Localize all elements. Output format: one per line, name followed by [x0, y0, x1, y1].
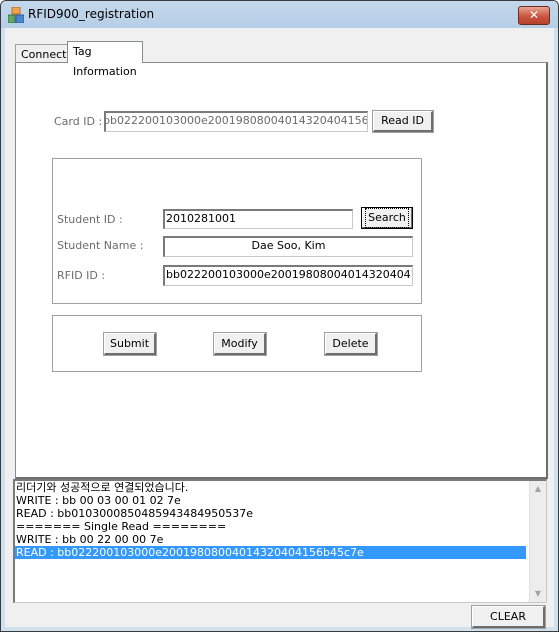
close-button[interactable]: ✕ [518, 6, 550, 25]
rfid-id-field[interactable]: bb022200103000e20019808004014320404156b4… [163, 265, 413, 286]
title-bar[interactable]: RFID900_registration ✕ [1, 1, 558, 28]
search-button-label: Search [365, 208, 409, 228]
window-title: RFID900_registration [28, 7, 155, 21]
scroll-down-icon[interactable]: ▼ [530, 586, 546, 602]
tag-information-panel: Card ID : bb022200103000e200198080040143… [15, 62, 548, 479]
log-line[interactable]: WRITE : bb 00 22 00 00 7e [15, 533, 546, 546]
scroll-up-icon[interactable]: ▲ [530, 481, 546, 497]
search-button[interactable]: Search [361, 207, 413, 229]
student-name-label: Student Name : [57, 239, 144, 252]
student-id-label: Student ID : [57, 213, 123, 226]
log-line[interactable]: READ : bb022200103000e200198080040143204… [15, 546, 526, 559]
log-line[interactable]: ======= Single Read ======== [15, 520, 546, 533]
rfid-id-label: RFID ID : [57, 269, 106, 282]
tab-tag-information[interactable]: Tag Information [67, 41, 143, 78]
submit-button[interactable]: Submit [103, 332, 157, 356]
delete-button[interactable]: Delete [324, 332, 378, 356]
student-name-field[interactable]: Dae Soo, Kim [163, 236, 413, 257]
actions-group: Submit Modify Delete [52, 315, 422, 372]
log-line[interactable]: WRITE : bb 00 03 00 01 02 7e [15, 494, 546, 507]
read-id-button[interactable]: Read ID [372, 110, 434, 133]
student-id-field[interactable]: 2010281001 [163, 209, 353, 229]
modify-button[interactable]: Modify [213, 332, 267, 356]
student-info-group: Student ID : 2010281001 Search Student N… [52, 158, 422, 304]
log-lines: 리더기와 성공적으로 연결되었습니다. WRITE : bb 00 03 00 0… [15, 481, 546, 559]
card-id-label: Card ID : [54, 115, 103, 128]
client-area: Connect Tag Information Card ID : bb0222… [5, 28, 554, 629]
tab-connect[interactable]: Connect [15, 44, 73, 63]
log-line[interactable]: 리더기와 성공적으로 연결되었습니다. [15, 481, 546, 494]
card-id-field[interactable]: bb022200103000e20019808004014320404156b4… [104, 111, 368, 132]
log-listbox[interactable]: 리더기와 성공적으로 연결되었습니다. WRITE : bb 00 03 00 0… [13, 479, 547, 603]
log-scrollbar[interactable]: ▲ ▼ [529, 481, 546, 602]
log-line[interactable]: READ : bb0103000850485943484950537e [15, 507, 546, 520]
blocks-app-icon [8, 7, 24, 23]
app-window: RFID900_registration ✕ Connect Tag Infor… [0, 0, 559, 632]
close-icon: ✕ [528, 8, 540, 22]
clear-button[interactable]: CLEAR [471, 605, 546, 629]
